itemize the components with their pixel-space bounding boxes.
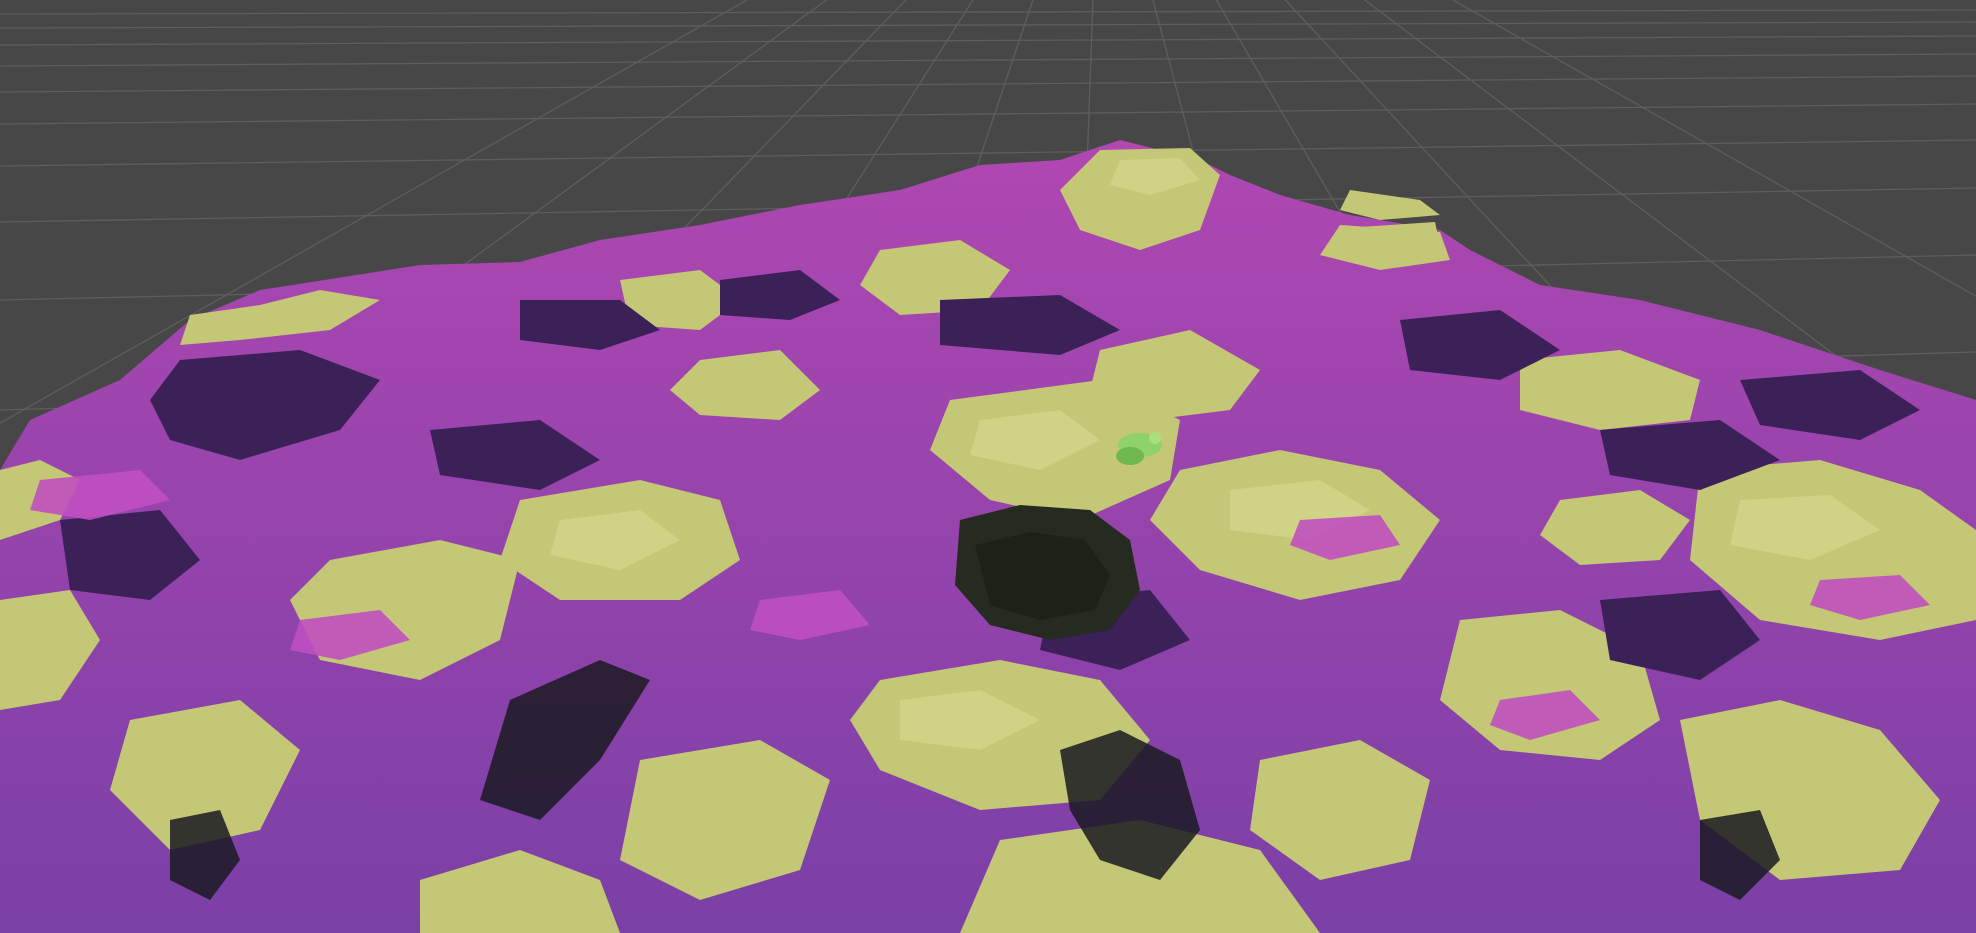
terrain-scene[interactable] <box>0 0 1976 933</box>
scene-viewport[interactable] <box>0 0 1976 933</box>
